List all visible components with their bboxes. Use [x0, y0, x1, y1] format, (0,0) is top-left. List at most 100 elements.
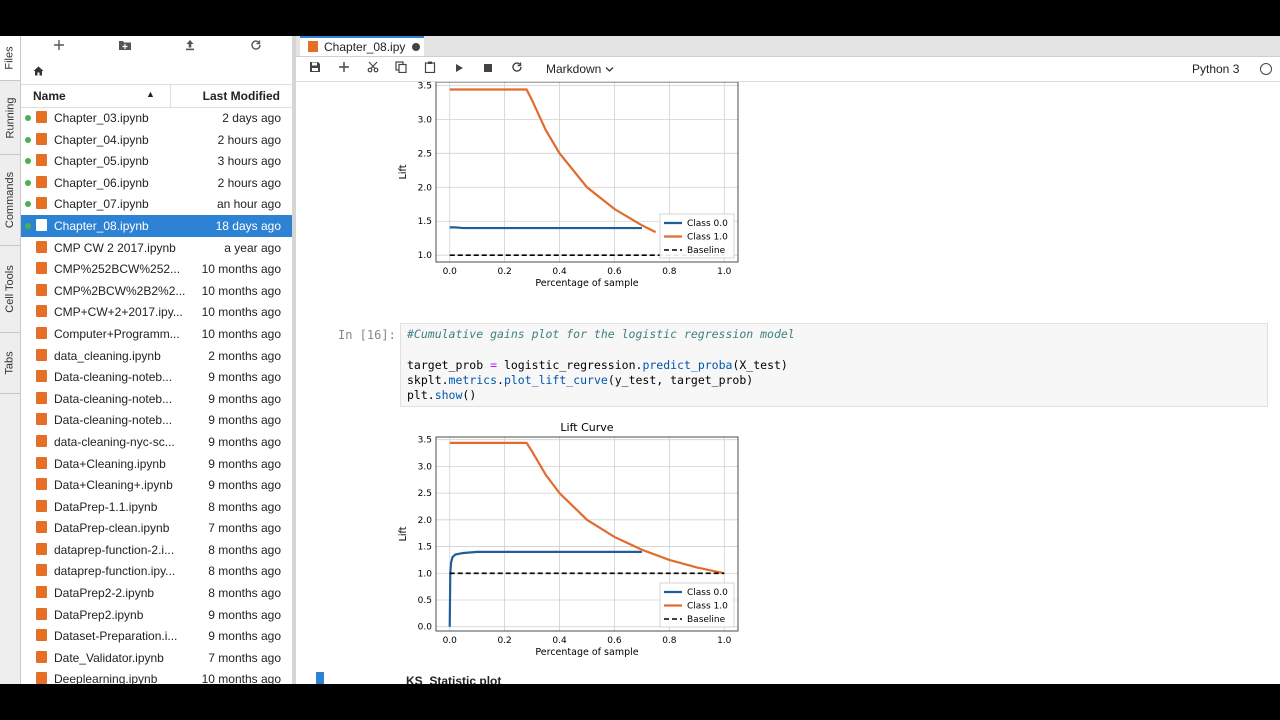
legend-label: Baseline [687, 246, 726, 256]
unsaved-indicator-icon[interactable] [412, 43, 420, 51]
file-row[interactable]: DataPrep2-2.ipynb 8 months ago [21, 582, 292, 604]
notebook-icon [308, 41, 318, 52]
file-row[interactable]: data_cleaning.ipynb 2 months ago [21, 345, 292, 367]
file-row[interactable]: Chapter_06.ipynb 2 hours ago [21, 172, 292, 194]
kernel-status-icon [1260, 63, 1272, 75]
file-name: CMP%2BCW%2B2%2... [54, 283, 186, 298]
column-name-header[interactable]: Name [33, 89, 66, 103]
file-row[interactable]: DataPrep-clean.ipynb 7 months ago [21, 517, 292, 539]
notebook-file-icon [36, 370, 47, 383]
y-tick-label: 0.0 [418, 623, 433, 633]
stop-icon[interactable] [479, 60, 497, 78]
x-axis-label: Percentage of sample [535, 278, 638, 289]
file-row[interactable]: Date_Validator.ipynb 7 months ago [21, 647, 292, 669]
new-folder-icon[interactable] [114, 38, 136, 56]
file-row[interactable]: Data-cleaning-noteb... 9 months ago [21, 409, 292, 431]
file-modified: 18 days ago [215, 218, 281, 233]
tab-notebook[interactable]: Chapter_08.ipy [300, 36, 424, 56]
copy-icon[interactable] [392, 60, 410, 78]
x-tick-label: 0.0 [443, 267, 458, 277]
file-name: Chapter_08.ipynb [54, 218, 149, 233]
notebook-file-icon [36, 132, 47, 145]
legend-label: Class 1.0 [687, 602, 728, 612]
y-tick-label: 1.5 [418, 217, 432, 227]
file-modified: 8 months ago [208, 542, 281, 557]
y-tick-label: 1.0 [418, 251, 433, 261]
notebook-file-icon [36, 197, 47, 210]
tab-files[interactable]: Files [0, 36, 20, 81]
y-tick-label: 1.0 [418, 569, 433, 579]
notebook-file-icon [36, 218, 47, 231]
file-row[interactable]: Chapter_07.ipynb an hour ago [21, 193, 292, 215]
home-folder-icon[interactable] [33, 66, 44, 79]
file-row[interactable]: Data+Cleaning.ipynb 9 months ago [21, 453, 292, 475]
file-row[interactable]: CMP%2BCW%2B2%2... 10 months ago [21, 280, 292, 302]
file-row[interactable]: CMP CW 2 2017.ipynb a year ago [21, 237, 292, 259]
notebook-content[interactable]: 0.0 0.2 0.4 0.6 0.8 1.0 1.0 1.5 2.0 2.5 3.0 3.5 Perc… [296, 82, 1280, 684]
notebook-file-icon [36, 262, 47, 275]
cut-icon[interactable] [364, 60, 382, 78]
file-row[interactable]: Chapter_04.ipynb 2 hours ago [21, 129, 292, 151]
restart-kernel-icon[interactable] [508, 60, 526, 78]
notebook-file-icon [36, 391, 47, 404]
notebook-file-icon [36, 672, 47, 684]
tab-cell-tools-label: Cell Tools [4, 265, 16, 313]
file-modified: 9 months ago [208, 629, 281, 644]
file-list: Chapter_03.ipynb 2 days ago Chapter_04.ipy… [21, 107, 292, 684]
file-row[interactable]: Data-cleaning-noteb... 9 months ago [21, 366, 292, 388]
file-modified: 9 months ago [208, 478, 281, 493]
file-modified: 7 months ago [208, 650, 281, 665]
cell-type-dropdown[interactable]: Markdown [546, 62, 614, 76]
new-launcher-icon[interactable] [48, 38, 70, 56]
x-tick-label: 0.2 [497, 267, 511, 277]
notebook-file-icon [36, 154, 47, 167]
x-tick-label: 0.8 [662, 267, 677, 277]
upload-icon[interactable] [179, 38, 201, 56]
file-row[interactable]: Chapter_03.ipynb 2 days ago [21, 107, 292, 129]
tab-running[interactable]: Running [0, 81, 20, 155]
code-cell[interactable]: #Cumulative gains plot for the logistic … [400, 323, 1268, 407]
paste-icon[interactable] [421, 60, 439, 78]
y-tick-label: 1.5 [418, 543, 432, 553]
series-line-class-0 [449, 226, 642, 230]
x-tick-label: 0.8 [662, 636, 677, 646]
notebook-file-icon [36, 650, 47, 663]
file-row[interactable]: Chapter_05.ipynb 3 hours ago [21, 150, 292, 172]
insert-cell-icon[interactable] [335, 60, 353, 78]
save-icon[interactable] [306, 60, 324, 78]
tab-commands[interactable]: Commands [0, 155, 20, 246]
file-row[interactable]: CMP+CW+2+2017.ipy... 10 months ago [21, 301, 292, 323]
file-row[interactable]: DataPrep-1.1.ipynb 8 months ago [21, 496, 292, 518]
y-tick-label: 3.0 [418, 115, 433, 125]
file-row[interactable]: Deeplearning.ipynb 10 months ago [21, 668, 292, 684]
series-line-class-1 [449, 441, 725, 575]
refresh-icon[interactable] [245, 38, 267, 56]
tab-cell-tools[interactable]: Cell Tools [0, 246, 20, 333]
chevron-down-icon [605, 62, 614, 76]
y-axis-label: Lift [398, 164, 409, 179]
file-row[interactable]: Data+Cleaning+.ipynb 9 months ago [21, 474, 292, 496]
file-row[interactable]: Data-cleaning-noteb... 9 months ago [21, 388, 292, 410]
tab-tabs[interactable]: Tabs [0, 333, 20, 394]
notebook-file-icon [36, 456, 47, 469]
file-row[interactable]: dataprep-function.ipy... 8 months ago [21, 560, 292, 582]
file-row[interactable]: Chapter_08.ipynb 18 days ago [21, 214, 292, 237]
file-modified: 7 months ago [208, 521, 281, 536]
file-name: dataprep-function-2.i... [54, 542, 175, 557]
file-row[interactable]: Dataset-Preparation.i... 9 months ago [21, 625, 292, 647]
notebook-file-icon [36, 607, 47, 620]
file-row[interactable]: data-cleaning-nyc-sc... 9 months ago [21, 431, 292, 453]
file-row[interactable]: DataPrep2.ipynb 9 months ago [21, 604, 292, 626]
file-modified: 8 months ago [208, 586, 281, 601]
file-row[interactable]: CMP%252BCW%252... 10 months ago [21, 258, 292, 280]
kernel-name[interactable]: Python 3 [1192, 62, 1239, 76]
next-heading: KS_Statistic plot [406, 674, 502, 684]
column-last-modified-header[interactable]: Last Modified [170, 85, 292, 107]
file-row[interactable]: Computer+Programm... 10 months ago [21, 323, 292, 345]
legend-label: Baseline [687, 615, 726, 625]
file-row[interactable]: dataprep-function-2.i... 8 months ago [21, 539, 292, 561]
run-icon[interactable] [450, 60, 468, 78]
lift-curve-plot-2: Lift Curve 0.0 0.2 0.4 0.6 0.8 1.0 0.0 0.5 1.0 1.5… [398, 421, 739, 658]
active-cell-indicator [316, 672, 324, 684]
file-name: Deeplearning.ipynb [54, 672, 158, 684]
